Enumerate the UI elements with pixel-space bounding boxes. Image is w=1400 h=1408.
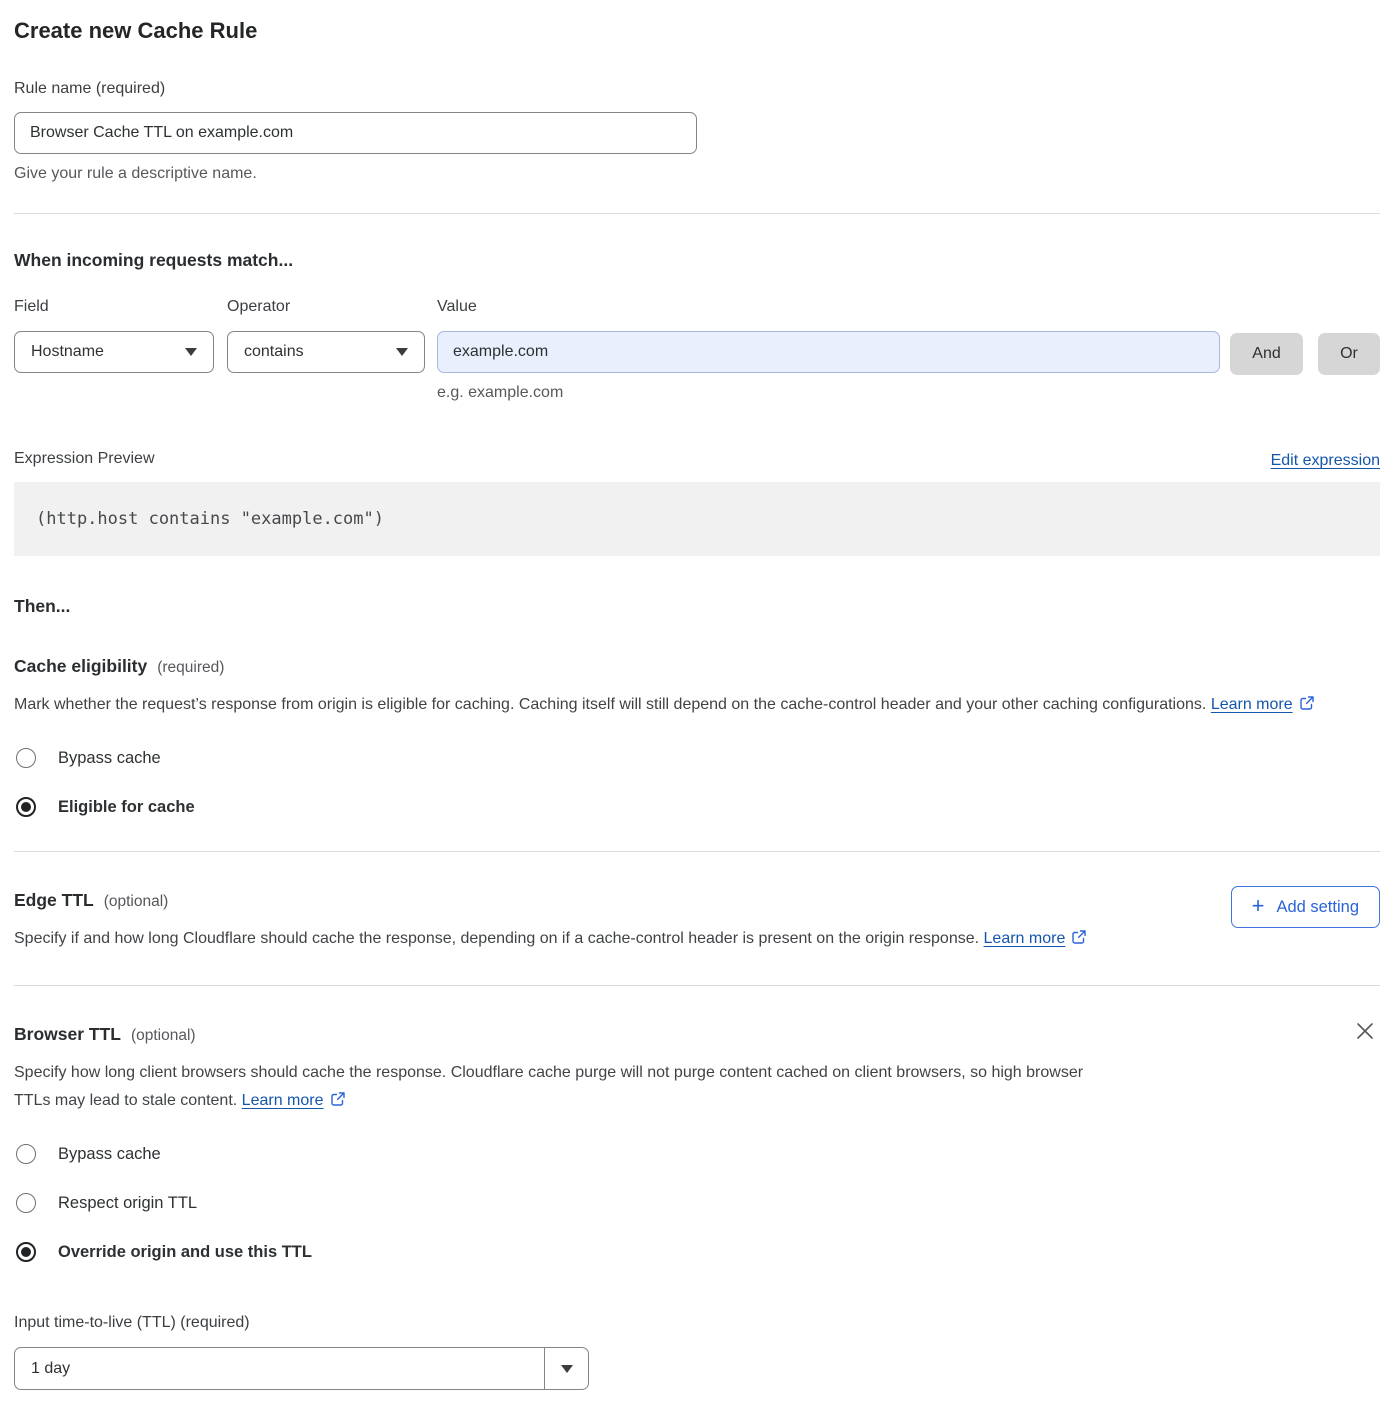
or-button[interactable]: Or (1318, 333, 1380, 375)
browser-ttl-section: Browser TTL (optional) Specify how long … (14, 986, 1380, 1390)
cache-eligibility-heading-row: Cache eligibility (required) (14, 654, 1380, 678)
radio-circle-icon (16, 797, 36, 817)
rule-name-helper: Give your rule a descriptive name. (14, 163, 1380, 185)
ttl-select-value: 1 day (15, 1348, 544, 1389)
browser-ttl-description: Specify how long client browsers should … (14, 1059, 1104, 1115)
add-setting-button[interactable]: + Add setting (1231, 886, 1380, 928)
ttl-input-label: Input time-to-live (TTL) (required) (14, 1312, 1104, 1334)
radio-circle-icon (16, 748, 36, 768)
radio-label: Bypass cache (58, 749, 161, 768)
value-column: Value e.g. example.com (437, 296, 1220, 404)
cache-eligibility-description: Mark whether the request’s response from… (14, 691, 1364, 719)
field-select-value: Hostname (31, 343, 104, 361)
radio-browser-bypass-cache[interactable]: Bypass cache (14, 1144, 1104, 1164)
chevron-down-icon (396, 348, 408, 356)
browser-ttl-qualifier: (optional) (131, 1027, 196, 1045)
radio-label: Bypass cache (58, 1145, 161, 1164)
edge-ttl-heading-row: Edge TTL (optional) (14, 888, 1087, 912)
and-button[interactable]: And (1230, 333, 1303, 375)
edge-ttl-qualifier: (optional) (104, 893, 169, 911)
browser-ttl-content: Browser TTL (optional) Specify how long … (14, 986, 1104, 1390)
edge-ttl-content: Edge TTL (optional) Specify if and how l… (14, 852, 1087, 953)
value-helper: e.g. example.com (437, 382, 1220, 404)
create-cache-rule-form: Create new Cache Rule Rule name (require… (0, 0, 1400, 1408)
edge-ttl-description-text: Specify if and how long Cloudflare shoul… (14, 930, 979, 947)
field-column: Field Hostname (14, 296, 227, 373)
ttl-select[interactable]: 1 day (14, 1347, 589, 1390)
operator-select[interactable]: contains (227, 331, 425, 373)
browser-ttl-heading-row: Browser TTL (optional) (14, 1022, 1104, 1046)
match-condition-row: Field Hostname Operator contains Value e… (14, 296, 1380, 404)
rule-name-input[interactable] (14, 112, 697, 154)
expression-preview-label: Expression Preview (14, 448, 155, 470)
match-section-heading: When incoming requests match... (14, 248, 1380, 272)
edge-ttl-learn-more-link[interactable]: Learn more (984, 930, 1066, 947)
radio-circle-icon (16, 1144, 36, 1164)
browser-ttl-heading: Browser TTL (14, 1022, 121, 1046)
external-link-icon (1071, 932, 1087, 949)
expression-code-block: (http.host contains "example.com") (14, 482, 1380, 556)
external-link-icon (330, 1094, 346, 1111)
cache-eligibility-qualifier: (required) (157, 659, 224, 677)
browser-ttl-learn-more-link[interactable]: Learn more (242, 1092, 324, 1109)
plus-icon: + (1252, 895, 1265, 917)
edit-expression-link[interactable]: Edit expression (1271, 452, 1380, 470)
radio-respect-origin-ttl[interactable]: Respect origin TTL (14, 1193, 1104, 1213)
cache-eligibility-heading: Cache eligibility (14, 654, 147, 678)
edge-ttl-section: Edge TTL (optional) Specify if and how l… (14, 852, 1380, 953)
page-title: Create new Cache Rule (14, 16, 1380, 46)
edge-ttl-heading: Edge TTL (14, 888, 94, 912)
edge-ttl-description: Specify if and how long Cloudflare shoul… (14, 925, 1087, 953)
radio-label: Respect origin TTL (58, 1194, 197, 1213)
field-label: Field (14, 296, 227, 318)
operator-select-value: contains (244, 343, 304, 361)
radio-override-origin-ttl[interactable]: Override origin and use this TTL (14, 1242, 1104, 1262)
radio-circle-icon (16, 1242, 36, 1262)
radio-circle-icon (16, 1193, 36, 1213)
close-icon (1354, 1020, 1376, 1042)
divider (14, 213, 1380, 214)
operator-label: Operator (227, 296, 437, 318)
cache-eligibility-description-text: Mark whether the request’s response from… (14, 696, 1206, 713)
rule-name-section: Rule name (required) Give your rule a de… (14, 78, 1380, 185)
close-browser-ttl-button[interactable] (1350, 1016, 1380, 1046)
chevron-down-icon (185, 348, 197, 356)
chevron-down-icon (561, 1365, 573, 1373)
value-label: Value (437, 296, 1220, 318)
then-heading: Then... (14, 594, 1380, 618)
value-input[interactable] (437, 331, 1220, 373)
field-select[interactable]: Hostname (14, 331, 214, 373)
rule-name-label: Rule name (required) (14, 80, 165, 97)
external-link-icon (1299, 698, 1315, 715)
and-or-buttons: And Or (1230, 333, 1380, 375)
radio-label: Eligible for cache (58, 798, 195, 817)
cache-eligibility-section: Cache eligibility (required) Mark whethe… (14, 654, 1380, 817)
radio-bypass-cache[interactable]: Bypass cache (14, 748, 1380, 768)
radio-label: Override origin and use this TTL (58, 1243, 312, 1262)
browser-ttl-description-text: Specify how long client browsers should … (14, 1064, 1083, 1109)
cache-eligibility-learn-more-link[interactable]: Learn more (1211, 696, 1293, 713)
operator-column: Operator contains (227, 296, 437, 373)
radio-eligible-for-cache[interactable]: Eligible for cache (14, 797, 1380, 817)
expression-preview-row: Expression Preview Edit expression (14, 448, 1380, 470)
ttl-select-caret-cell[interactable] (544, 1348, 588, 1389)
add-setting-label: Add setting (1276, 898, 1359, 917)
